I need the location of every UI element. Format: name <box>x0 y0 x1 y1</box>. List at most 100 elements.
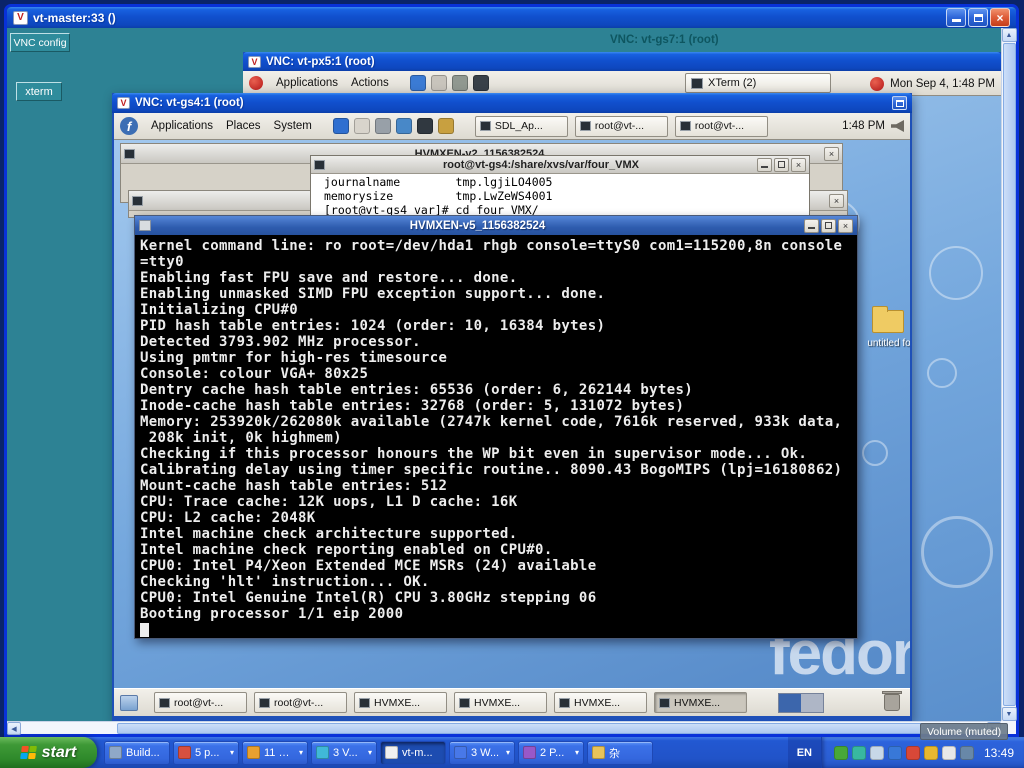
writer-icon[interactable] <box>396 118 412 134</box>
shield-icon[interactable] <box>834 746 848 760</box>
hvm-terminal-body[interactable]: Kernel command line: ro root=/dev/hda1 r… <box>136 236 856 638</box>
printer-icon[interactable] <box>375 118 391 134</box>
show-desktop-icon[interactable] <box>120 695 138 711</box>
email-icon[interactable] <box>431 75 447 91</box>
window-list-button[interactable]: HVMXE... <box>654 692 747 713</box>
minimize-button[interactable] <box>757 158 772 172</box>
vnc-config-window[interactable]: VNC config <box>10 33 70 52</box>
taskbar-button[interactable]: 3 V...▾ <box>311 741 377 765</box>
close-button[interactable]: × <box>838 219 853 233</box>
window-list-label: root@vt-... <box>174 697 223 709</box>
gs4-window-title: VNC: vt-gs4:1 (root) <box>135 97 892 109</box>
px5-clock[interactable]: Mon Sep 4, 1:48 PM <box>890 78 995 90</box>
workspace-switcher[interactable] <box>778 693 824 713</box>
menu-system[interactable]: System <box>274 120 312 132</box>
horizontal-scrollbar-thumb[interactable] <box>117 723 985 734</box>
volume-icon[interactable] <box>891 120 904 132</box>
fourvmx-terminal-body[interactable]: journalname tmp.lgjiLO4005memorysize tmp… <box>311 174 809 218</box>
taskbar-button[interactable]: Build... <box>104 741 170 765</box>
window-titlebar[interactable]: root@vt-gs4:/share/xvs/var/four_VMX × <box>311 156 809 174</box>
window-list-button[interactable]: root@vt-... <box>675 116 768 137</box>
notification-icon[interactable] <box>870 77 884 91</box>
network-icon[interactable] <box>888 746 902 760</box>
gs4-bottom-panel: root@vt-... root@vt-... HVMXE... HVMXE... HV… <box>114 688 910 716</box>
redhat-menu-icon[interactable] <box>249 76 263 90</box>
xterm-task-button[interactable]: XTerm (2) <box>685 73 831 93</box>
window-list-button[interactable]: SDL_Ap... <box>475 116 568 137</box>
workspace-cell[interactable] <box>801 694 823 712</box>
window-list-button[interactable]: root@vt-... <box>575 116 668 137</box>
help-icon[interactable] <box>438 118 454 134</box>
browser-icon[interactable] <box>333 118 349 134</box>
vertical-scrollbar-thumb[interactable] <box>1003 43 1016 706</box>
maximize-button[interactable] <box>892 96 907 110</box>
app-icon <box>523 746 536 759</box>
maximize-button[interactable] <box>968 8 988 27</box>
master-window-titlebar[interactable]: V vt-master:33 () × <box>7 7 1016 28</box>
terminal-icon[interactable] <box>473 75 489 91</box>
taskbar-button[interactable]: 11 M...▾ <box>242 741 308 765</box>
menu-applications[interactable]: Applications <box>151 120 213 132</box>
close-button[interactable]: × <box>824 147 839 161</box>
gs4-titlebar[interactable]: V VNC: vt-gs4:1 (root) <box>112 93 912 113</box>
workspace-cell[interactable] <box>779 694 801 712</box>
px5-titlebar[interactable]: V VNC: vt-px5:1 (root) <box>243 52 1001 71</box>
scroll-down-button[interactable]: ▼ <box>1002 707 1017 721</box>
folder-icon[interactable] <box>872 310 904 333</box>
email-icon[interactable] <box>354 118 370 134</box>
fourvmx-terminal-window: root@vt-gs4:/share/xvs/var/four_VMX × jo… <box>310 155 810 218</box>
window-titlebar[interactable]: HVMXEN-v5_1156382524 × <box>135 216 857 235</box>
alert-icon[interactable] <box>906 746 920 760</box>
scroll-up-button[interactable]: ▲ <box>1002 28 1017 42</box>
maximize-icon <box>778 161 785 168</box>
close-button[interactable]: × <box>829 194 844 208</box>
printer-icon[interactable] <box>452 75 468 91</box>
language-indicator[interactable]: EN <box>788 737 821 768</box>
folder-label[interactable]: untitled fo <box>860 338 910 349</box>
taskbar-button[interactable]: 3 W...▾ <box>449 741 515 765</box>
xterm-launcher[interactable]: xterm <box>16 82 62 101</box>
vertical-scrollbar[interactable]: ▲ ▼ <box>1001 28 1016 721</box>
menu-actions[interactable]: Actions <box>351 77 389 89</box>
display-icon[interactable] <box>960 746 974 760</box>
window-list-button[interactable]: root@vt-... <box>154 692 247 713</box>
windows-taskbar: start Build...5 p...▾11 M...▾3 V...▾vt-m… <box>0 737 1024 768</box>
gs4-clock[interactable]: 1:48 PM <box>842 120 885 132</box>
close-button[interactable]: × <box>791 158 806 172</box>
wallpaper-bubble <box>921 516 993 588</box>
taskbar-clock[interactable]: 13:49 <box>984 746 1014 760</box>
taskbar-button-label: 5 p... <box>195 747 226 759</box>
taskbar-button-label: 3 V... <box>333 747 364 759</box>
window-list-button[interactable]: HVMXE... <box>454 692 547 713</box>
maximize-icon <box>825 222 832 229</box>
terminal-icon[interactable] <box>417 118 433 134</box>
browser-icon[interactable] <box>410 75 426 91</box>
terminal-line: Using pmtmr for high-res timesource <box>140 350 856 366</box>
start-button[interactable]: start <box>0 737 97 768</box>
ime-icon[interactable] <box>942 746 956 760</box>
menu-places[interactable]: Places <box>226 120 261 132</box>
taskbar-button[interactable]: 杂 <box>587 741 653 765</box>
taskbar-button[interactable]: 2 P...▾ <box>518 741 584 765</box>
maximize-button[interactable] <box>774 158 789 172</box>
update-icon[interactable] <box>924 746 938 760</box>
master-window-title: vt-master:33 () <box>33 11 946 25</box>
maximize-button[interactable] <box>821 219 836 233</box>
menu-applications[interactable]: Applications <box>276 77 338 89</box>
fedora-menu-icon[interactable]: f <box>120 117 138 135</box>
trash-icon[interactable] <box>884 694 900 711</box>
window-list-button[interactable]: HVMXE... <box>354 692 447 713</box>
terminal-icon <box>159 698 170 708</box>
taskbar-button[interactable]: 5 p...▾ <box>173 741 239 765</box>
background-window-titlebar[interactable]: VNC: vt-gs7:1 (root) <box>610 34 719 46</box>
taskbar-button[interactable]: vt-m... <box>380 741 446 765</box>
minimize-button[interactable] <box>804 219 819 233</box>
minimize-button[interactable] <box>946 8 966 27</box>
close-button[interactable]: × <box>990 8 1010 27</box>
volume-icon[interactable] <box>870 746 884 760</box>
horizontal-scrollbar[interactable]: ◀ ▶ <box>7 721 1001 734</box>
scroll-left-button[interactable]: ◀ <box>7 722 21 735</box>
window-list-button[interactable]: root@vt-... <box>254 692 347 713</box>
messenger-icon[interactable] <box>852 746 866 760</box>
window-list-button[interactable]: HVMXE... <box>554 692 647 713</box>
